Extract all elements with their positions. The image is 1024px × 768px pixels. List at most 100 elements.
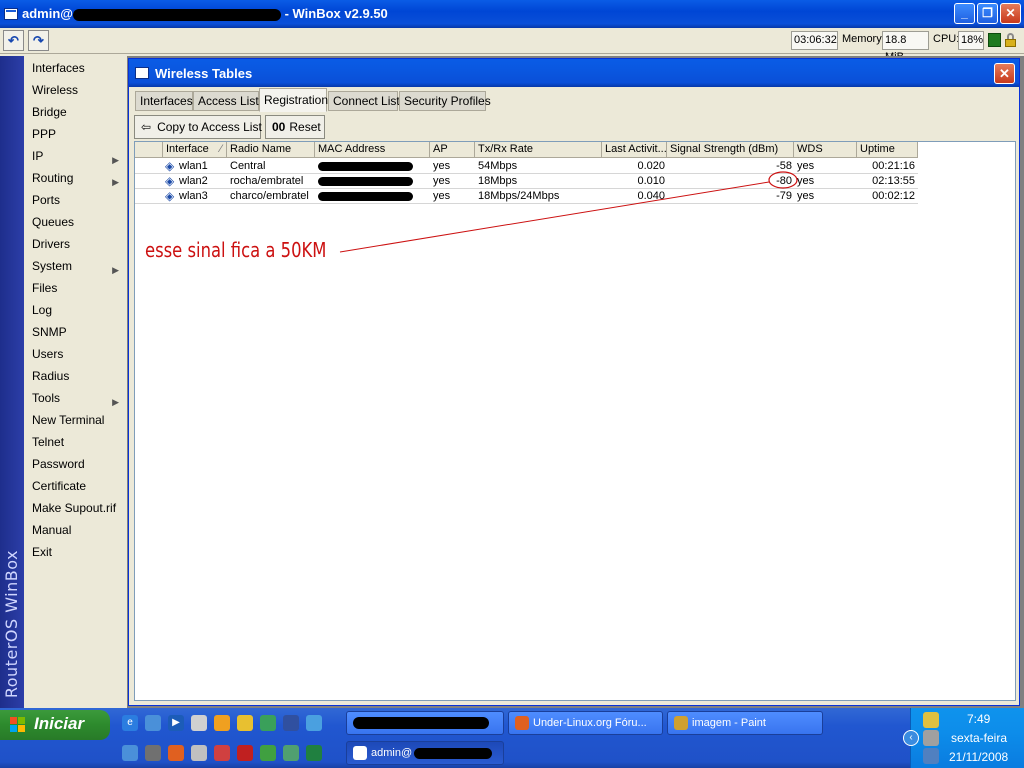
column-header-wds[interactable]: WDS [794, 142, 857, 158]
sidebar-item-exit[interactable]: Exit [24, 541, 127, 563]
sidebar-item-interfaces[interactable]: Interfaces [24, 57, 127, 79]
sidebar-item-label: Interfaces [32, 61, 85, 75]
task-button-redacted[interactable] [346, 711, 504, 735]
sidebar-item-label: Files [32, 281, 58, 295]
settings-icon[interactable] [145, 745, 161, 761]
redacted-task-label [353, 717, 489, 730]
sidebar-item-users[interactable]: Users [24, 343, 127, 365]
media-player-icon[interactable]: ▶ [168, 715, 184, 731]
copy-arrow-icon: ⇦ [141, 120, 152, 134]
sidebar-item-make-supout-rif[interactable]: Make Supout.rif [24, 497, 127, 519]
sidebar-item-files[interactable]: Files [24, 277, 127, 299]
sidebar-item-wireless[interactable]: Wireless [24, 79, 127, 101]
reset-button[interactable]: 00 Reset [265, 115, 325, 139]
sidebar-item-label: Tools [32, 391, 61, 405]
task-button-firefox[interactable]: Under-Linux.org Fóru... [508, 711, 663, 735]
column-header-radio-name[interactable]: Radio Name [227, 142, 315, 158]
sidebar-item-telnet[interactable]: Telnet [24, 431, 127, 453]
tab-security-profiles[interactable]: Security Profiles [399, 91, 491, 111]
redo-button[interactable]: ↷ [28, 30, 49, 51]
cells-icon[interactable] [306, 745, 322, 761]
column-header-interface[interactable]: Interface ⁄ [163, 142, 227, 158]
column-header-mac-address[interactable]: MAC Address [315, 142, 430, 158]
ie-icon[interactable]: e [122, 715, 138, 731]
clock-time: 7:49 [967, 712, 991, 726]
sidebar-item-system[interactable]: System ▶ [24, 255, 127, 277]
globe-icon[interactable] [260, 715, 276, 731]
chat-icon[interactable] [306, 715, 322, 731]
app-icon[interactable] [214, 715, 230, 731]
column-header-last-activity[interactable]: Last Activit... [602, 142, 667, 158]
tab-connect-list[interactable]: Connect List [328, 91, 400, 111]
drive-icon[interactable] [191, 745, 207, 761]
sidebar-item-label: Users [32, 347, 64, 361]
copy-button-label: Copy to Access List [157, 120, 262, 134]
cell-interface: wlan1 [179, 160, 208, 172]
undo-button[interactable]: ↶ [3, 30, 24, 51]
sidebar-item-label: Password [32, 457, 85, 471]
tray-network-icon[interactable] [923, 748, 939, 764]
leaf-icon[interactable] [260, 745, 276, 761]
window-close-button[interactable]: ✕ [994, 63, 1015, 84]
task-button-paint[interactable]: imagem - Paint [667, 711, 823, 735]
folder-icon[interactable] [122, 745, 138, 761]
network-icon[interactable] [283, 715, 299, 731]
copy-to-access-list-button[interactable]: ⇦ Copy to Access List [134, 115, 262, 139]
app-title-prefix: admin@ [22, 6, 73, 21]
tab-interfaces[interactable]: Interfaces [135, 91, 193, 111]
sidebar-item-certificate[interactable]: Certificate [24, 475, 127, 497]
sidebar-item-password[interactable]: Password [24, 453, 127, 475]
tool-icon[interactable] [237, 715, 253, 731]
column-header-tx-rx-rate[interactable]: Tx/Rx Rate [475, 142, 602, 158]
sidebar-item-ip[interactable]: IP ▶ [24, 145, 127, 167]
table-row[interactable]: wlan3 charco/embratel yes 18Mbps/24Mbps 0.04… [135, 189, 918, 204]
sidebar-item-manual[interactable]: Manual [24, 519, 127, 541]
sidebar-item-ports[interactable]: Ports [24, 189, 127, 211]
tray-expand-icon[interactable]: ‹ [903, 730, 919, 746]
tab-registration[interactable]: Registration [259, 88, 328, 112]
cell-radio-name: rocha/embratel [230, 175, 304, 187]
sidebar-item-new-terminal[interactable]: New Terminal [24, 409, 127, 431]
cell-radio-name: Central [230, 160, 266, 172]
close-button[interactable]: ✕ [1000, 3, 1021, 24]
sidebar-item-bridge[interactable]: Bridge [24, 101, 127, 123]
column-header-ap[interactable]: AP [430, 142, 475, 158]
sort-asc-icon: ⁄ [220, 143, 222, 155]
spider-icon[interactable] [237, 745, 253, 761]
cell-signal: -80 [776, 175, 792, 187]
wireless-link-icon [165, 159, 177, 173]
task-label-paint: imagem - Paint [692, 717, 766, 729]
sidebar-item-queues[interactable]: Queues [24, 211, 127, 233]
cell-signal: -79 [776, 190, 792, 202]
column-header-signal-strength[interactable]: Signal Strength (dBm) [667, 142, 794, 158]
annotation-text: esse sinal fica a 50KM [145, 238, 327, 262]
cd-icon[interactable] [214, 745, 230, 761]
sidebar-item-routing[interactable]: Routing ▶ [24, 167, 127, 189]
tray-user-icon[interactable] [923, 730, 939, 746]
app-window-icon[interactable] [4, 8, 18, 20]
minimize-button[interactable]: _ [954, 3, 975, 24]
sidebar-item-tools[interactable]: Tools ▶ [24, 387, 127, 409]
desktop-icon[interactable] [191, 715, 207, 731]
tray-app-icon[interactable] [923, 712, 939, 728]
sidebar-item-label: Drivers [32, 237, 70, 251]
sidebar-item-log[interactable]: Log [24, 299, 127, 321]
start-button[interactable]: Iniciar [0, 710, 110, 740]
table-row[interactable]: wlan2 rocha/embratel yes 18Mbps 0.010 -80 yes 0… [135, 174, 918, 189]
table-row[interactable]: wlan1 Central yes 54Mbps 0.020 -58 yes 00:21:16 [135, 159, 918, 174]
sidebar-item-radius[interactable]: Radius [24, 365, 127, 387]
maximize-button[interactable]: ❐ [977, 3, 998, 24]
column-header-uptime[interactable]: Uptime [857, 142, 918, 158]
sidebar-item-snmp[interactable]: SNMP [24, 321, 127, 343]
messenger-icon[interactable] [145, 715, 161, 731]
users-icon[interactable] [283, 745, 299, 761]
sidebar-item-drivers[interactable]: Drivers [24, 233, 127, 255]
task-button-winbox[interactable]: admin@ [346, 741, 504, 765]
clock-date: 21/11/2008 [949, 750, 1009, 764]
task-label-winbox: admin@ [371, 747, 413, 759]
tab-access-list[interactable]: Access List [193, 91, 259, 111]
close-icon: ✕ [999, 66, 1010, 81]
sidebar-item-ppp[interactable]: PPP [24, 123, 127, 145]
window-titlebar[interactable]: Wireless Tables ✕ [129, 59, 1019, 87]
firefox-quicklaunch-icon[interactable] [168, 745, 184, 761]
